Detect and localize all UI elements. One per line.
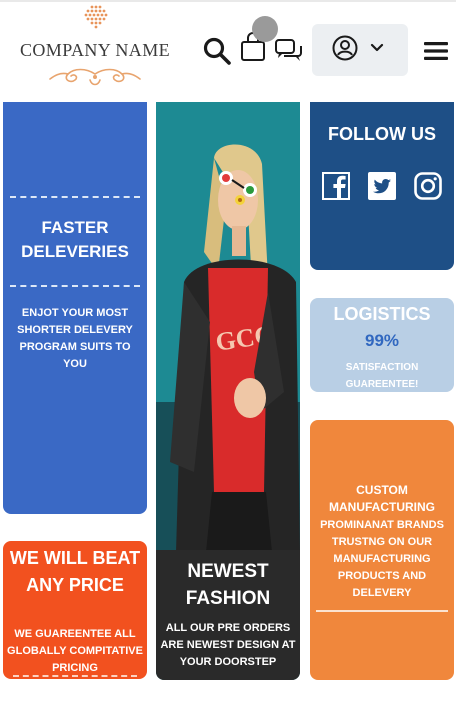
- card-title: FOLLOW US: [328, 124, 436, 144]
- follow-us-card: FOLLOW US: [310, 102, 454, 270]
- card-title: FASTER DELEVERIES: [21, 218, 129, 261]
- faster-deliveries-card[interactable]: FASTER DELEVERIES ENJOT YOUR MOST SHORTE…: [3, 102, 147, 514]
- beat-any-price-card[interactable]: WE WILL BEAT ANY PRICE WE GUAREENTEE ALL…: [3, 541, 147, 679]
- divider: [316, 610, 448, 612]
- instagram-icon[interactable]: [414, 172, 442, 200]
- facebook-icon[interactable]: [322, 172, 350, 200]
- satisfaction-percent: 99%: [364, 331, 400, 350]
- logistics-card[interactable]: LOGISTICS 99% SATISFACTION GUAREENTEE!: [310, 298, 454, 392]
- search-icon[interactable]: [202, 36, 232, 66]
- company-name: COMPANY NAME: [20, 40, 170, 60]
- divider: [13, 675, 137, 677]
- header: COMPANY NAME: [0, 2, 456, 98]
- card-title: NEWEST FASHION: [185, 561, 271, 609]
- card-text: SATISFACTION GUAREENTEE!: [345, 362, 419, 390]
- card-title: CUSTOM MANUFACTURING: [329, 483, 435, 514]
- divider: [10, 196, 140, 198]
- user-icon: [332, 35, 358, 61]
- custom-manufacturing-card[interactable]: CUSTOM MANUFACTURING PROMINANAT BRANDS T…: [310, 420, 454, 680]
- fashion-caption: NEWEST FASHION ALL OUR PRE ORDERS ARE NE…: [156, 550, 300, 680]
- newest-fashion-card[interactable]: GCC NEWEST FASHION ALL OUR PRE ORDERS AR…: [156, 102, 300, 680]
- fashion-model-image: GCC: [156, 102, 300, 552]
- logo-ornament-icon: [49, 68, 141, 86]
- chevron-down-icon: [370, 43, 384, 52]
- account-button[interactable]: [312, 24, 408, 76]
- card-text: WE GUAREENTEE ALL GLOBALLY COMPITATIVE P…: [7, 628, 143, 674]
- card-title: LOGISTICS: [333, 304, 431, 324]
- divider: [10, 285, 140, 287]
- logo-dots-icon: [84, 5, 108, 29]
- card-text: ALL OUR PRE ORDERS ARE NEWEST DESIGN AT …: [160, 622, 296, 668]
- company-logo[interactable]: COMPANY NAME: [14, 4, 176, 96]
- card-text: PROMINANAT BRANDS TRUSTNG ON OUR MANUFAC…: [320, 519, 444, 599]
- twitter-icon[interactable]: [368, 172, 396, 200]
- chat-icon[interactable]: [274, 38, 304, 64]
- card-title: WE WILL BEAT ANY PRICE: [9, 548, 141, 595]
- card-text: ENJOT YOUR MOST SHORTER DELEVERY PROGRAM…: [17, 307, 133, 370]
- hamburger-menu-icon[interactable]: [424, 40, 448, 62]
